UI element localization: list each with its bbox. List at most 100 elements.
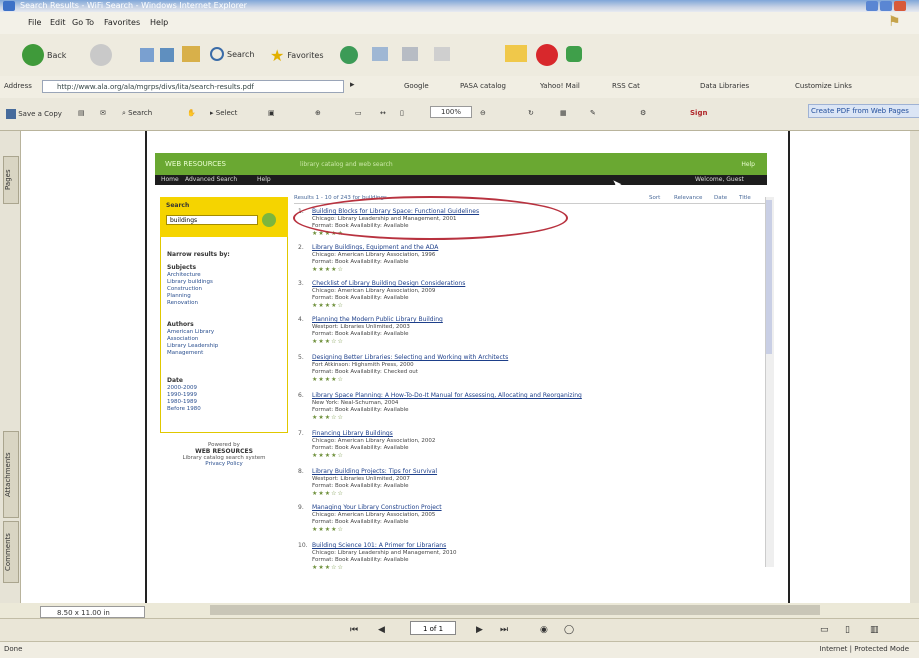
search-pdf-button[interactable]: ⌕ Search [122, 109, 152, 118]
facet-link[interactable]: American Library [167, 329, 214, 335]
facet-link[interactable]: 1980-1989 [167, 399, 197, 405]
tools-icon[interactable]: ⚙ [640, 109, 646, 117]
hand-tool-icon[interactable]: ✋ [187, 109, 196, 117]
facet-link[interactable]: Management [167, 350, 203, 356]
nav-advanced[interactable]: Advanced Search [185, 176, 237, 183]
nav-home[interactable]: Home [161, 176, 179, 183]
search-button[interactable]: Search [210, 47, 254, 61]
opera-button[interactable] [536, 44, 558, 66]
next-view-icon[interactable]: ◯ [564, 625, 574, 635]
single-page-icon[interactable]: ▭ [820, 625, 829, 635]
page-number-input[interactable]: 1 of 1 [410, 621, 456, 635]
link-data-libraries[interactable]: Data Libraries [700, 82, 749, 90]
menu-file[interactable]: File [28, 18, 41, 27]
favorites-button[interactable]: ★ Favorites [270, 46, 323, 65]
facet-link[interactable]: 2000-2009 [167, 385, 197, 391]
refresh-button[interactable] [160, 48, 174, 62]
menu-favorites[interactable]: Favorites [104, 18, 140, 27]
facet-link[interactable]: Library buildings [167, 279, 213, 285]
zoom-in-icon[interactable]: ⊕ [315, 109, 321, 117]
stop-button[interactable] [140, 48, 154, 62]
tab-pages[interactable]: Pages [3, 156, 19, 204]
minimize-button[interactable] [866, 1, 878, 11]
menu-goto[interactable]: Go To [72, 18, 94, 27]
maximize-button[interactable] [880, 1, 892, 11]
page-layout-icon[interactable]: ▦ [560, 109, 567, 117]
sort-title[interactable]: Title [739, 195, 751, 201]
link-yahoo[interactable]: Yahoo! Mail [540, 82, 580, 90]
search-go-button[interactable] [262, 213, 276, 227]
sort-date[interactable]: Date [714, 195, 727, 201]
result-title-link[interactable]: Financing Library Buildings [312, 430, 393, 437]
zoom-out-icon[interactable]: ⊖ [480, 109, 486, 117]
last-page-icon[interactable]: ⏭ [500, 625, 508, 635]
zoom-select[interactable]: 100% [430, 106, 473, 118]
messenger-button[interactable] [566, 46, 582, 62]
edit-button[interactable] [434, 47, 450, 61]
home-button[interactable] [182, 46, 200, 62]
close-button[interactable] [894, 1, 906, 11]
link-rss[interactable]: RSS Cat [612, 82, 640, 90]
facet-link[interactable]: Before 1980 [167, 406, 201, 412]
menu-help[interactable]: Help [150, 18, 168, 27]
horizontal-scrollbar[interactable] [210, 605, 820, 615]
print-pdf-icon[interactable]: ▤ [78, 109, 85, 117]
first-page-icon[interactable]: ⏮ [350, 625, 358, 635]
link-pasa[interactable]: PASA catalog [460, 82, 506, 90]
facet-link[interactable]: 1990-1999 [167, 392, 197, 398]
sort-relevance[interactable]: Relevance [674, 195, 702, 201]
help-link[interactable]: Help [741, 161, 755, 168]
go-arrow-icon[interactable]: ▸ [350, 80, 355, 90]
site-logo[interactable]: WEB RESOURCES [165, 160, 226, 168]
actual-size-icon[interactable]: ▭ [355, 109, 362, 117]
result-title-link[interactable]: Building Science 101: A Primer for Libra… [312, 542, 446, 549]
create-pdf-link[interactable]: Create PDF from Web Pages [808, 104, 919, 118]
facet-link[interactable]: Architecture [167, 272, 201, 278]
link-customize[interactable]: Customize Links [795, 82, 852, 90]
link-google[interactable]: Google [404, 82, 429, 90]
address-input[interactable]: http://www.ala.org/ala/mgrps/divs/lita/s… [42, 80, 344, 93]
previous-view-icon[interactable]: ◉ [540, 625, 548, 635]
facet-link[interactable]: Construction [167, 286, 202, 292]
tab-comments[interactable]: Comments [3, 521, 19, 583]
history-button[interactable] [340, 46, 358, 64]
select-button[interactable]: ▸ Select [210, 109, 237, 117]
print-button[interactable] [402, 47, 418, 61]
result-title-link[interactable]: Library Buildings, Equipment and the ADA [312, 244, 438, 251]
tab-attachments[interactable]: Attachments [3, 431, 19, 518]
next-page-icon[interactable]: ▶ [476, 625, 483, 635]
result-title-link[interactable]: Planning the Modern Public Library Build… [312, 316, 443, 323]
facet-link[interactable]: Renovation [167, 300, 198, 306]
date-heading: Date [167, 377, 183, 384]
mail-button[interactable] [372, 47, 388, 61]
save-copy-button[interactable]: Save a Copy [6, 109, 62, 119]
document-scrollbar[interactable] [910, 131, 919, 603]
result-title-link[interactable]: Checklist of Library Building Design Con… [312, 280, 465, 287]
menu-edit[interactable]: Edit [50, 18, 66, 27]
facet-link[interactable]: Library Leadership [167, 343, 218, 349]
prev-page-icon[interactable]: ◀ [378, 625, 385, 635]
sign-button[interactable]: Sign [690, 109, 707, 117]
facing-icon[interactable]: ▥ [870, 625, 879, 635]
forward-button[interactable] [90, 44, 112, 66]
result-title-link[interactable]: Library Building Projects: Tips for Surv… [312, 468, 437, 475]
folder-icon [505, 45, 527, 62]
result-title-link[interactable]: Designing Better Libraries: Selecting an… [312, 354, 508, 361]
snapshot-icon[interactable]: ▣ [268, 109, 275, 117]
fit-width-icon[interactable]: ↔ [380, 109, 386, 117]
sign-icon[interactable]: ✎ [590, 109, 596, 117]
folder-button[interactable] [505, 45, 527, 62]
back-button[interactable]: Back [22, 44, 66, 66]
email-pdf-icon[interactable]: ✉ [100, 109, 106, 117]
rotate-icon[interactable]: ↻ [528, 109, 534, 117]
result-title-link[interactable]: Managing Your Library Construction Proje… [312, 504, 442, 511]
facet-link[interactable]: Planning [167, 293, 191, 299]
facet-link[interactable]: Association [167, 336, 198, 342]
site-search-input[interactable]: buildings [166, 215, 258, 225]
continuous-icon[interactable]: ▯ [845, 625, 850, 635]
fit-page-icon[interactable]: ▯ [400, 109, 404, 117]
footer-link[interactable]: Privacy Policy [160, 461, 288, 467]
result-title-link[interactable]: Library Space Planning: A How-To-Do-It M… [312, 392, 582, 399]
webpage-scroll-thumb[interactable] [766, 200, 772, 354]
nav-help[interactable]: Help [257, 176, 271, 183]
